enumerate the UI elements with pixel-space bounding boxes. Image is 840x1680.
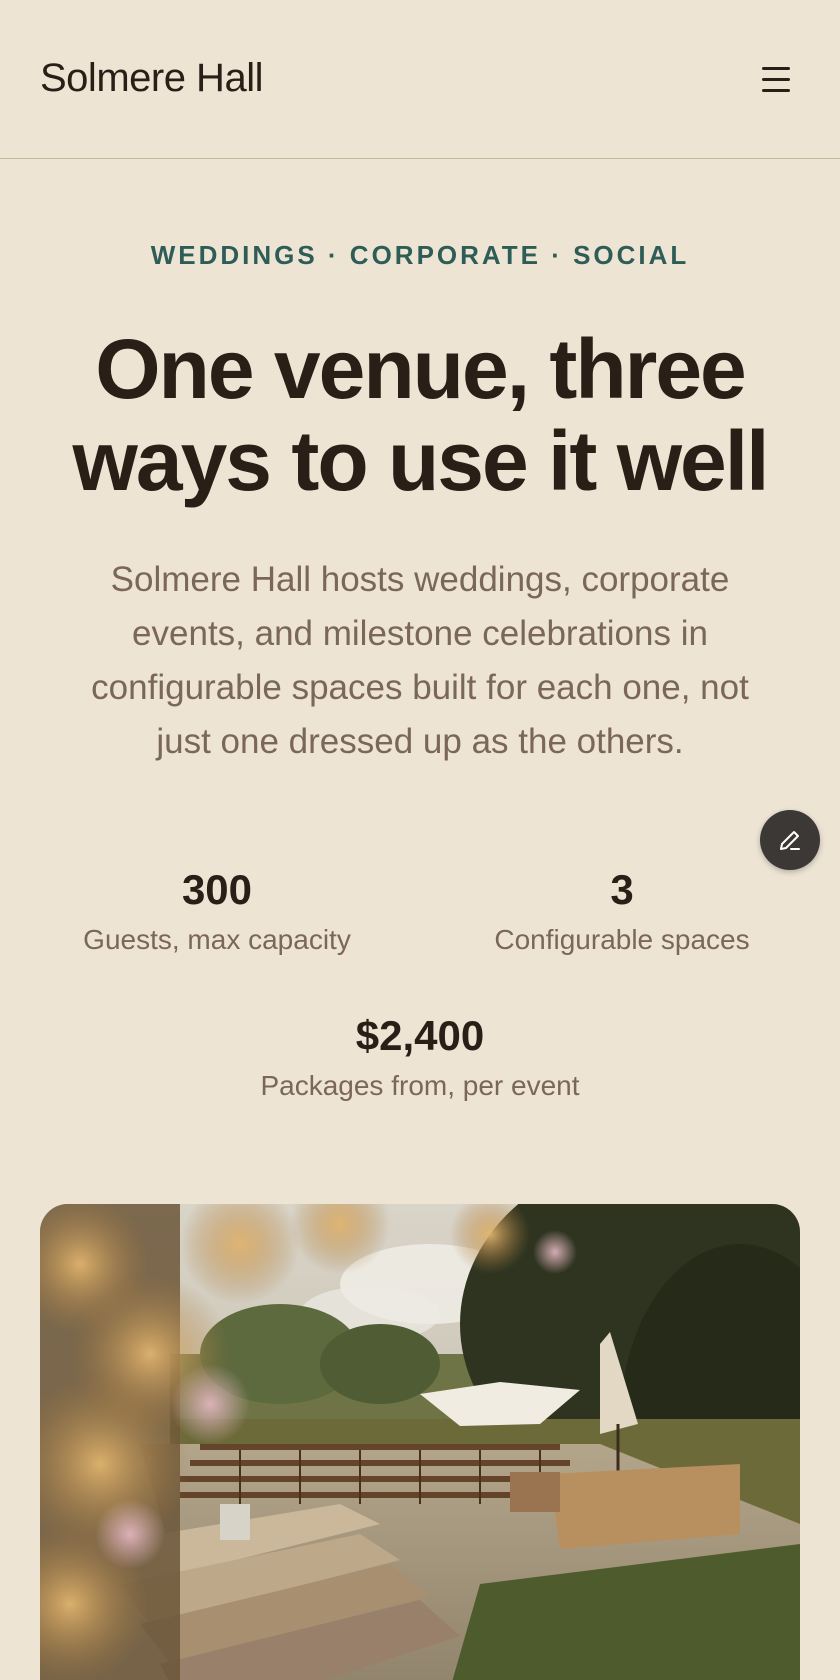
edit-button[interactable] [760, 810, 820, 870]
venue-photo [40, 1204, 800, 1680]
brand-name[interactable]: Solmere Hall [40, 56, 263, 101]
stat-label: Guests, max capacity [83, 924, 351, 955]
hamburger-menu-icon[interactable] [756, 60, 796, 100]
hero-eyebrow: WEDDINGS · CORPORATE · SOCIAL [150, 240, 690, 270]
site-header: Solmere Hall [0, 0, 840, 159]
stat-label: Packages from, per event [260, 1070, 580, 1101]
stat-capacity: 300 Guests, max capacity [57, 866, 377, 958]
stat-value: 3 [610, 866, 634, 913]
hero-description: Solmere Hall hosts weddings, corporate e… [91, 560, 749, 761]
stat-label: Configurable spaces [494, 924, 750, 955]
stat-value: $2,400 [355, 1012, 485, 1059]
pencil-edit-icon [780, 831, 800, 850]
outdoor-ceremony-venue-photo [40, 1204, 800, 1680]
stat-spaces: 3 Configurable spaces [462, 866, 782, 958]
stat-price: $2,400 Packages from, per event [220, 1012, 620, 1104]
hero-headline: One venue, three ways to use it well [72, 322, 770, 508]
stat-value: 300 [181, 866, 253, 913]
